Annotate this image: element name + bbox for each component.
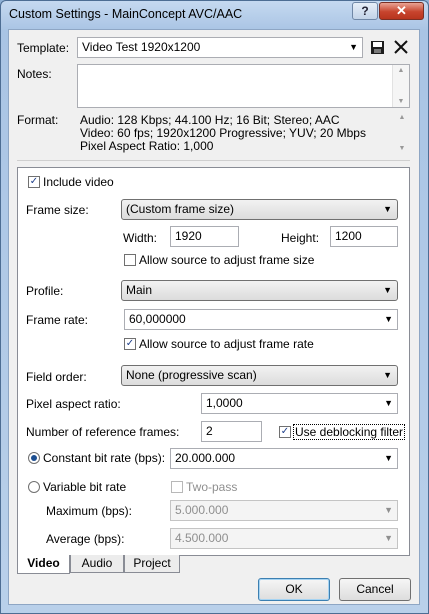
cbr-value: 20.000.000 [175, 451, 236, 465]
include-video-checkbox[interactable]: ✓ [28, 176, 40, 188]
chevron-down-icon: ▼ [383, 204, 392, 214]
maximum-value: 5.000.000 [175, 503, 229, 517]
frame-rate-label: Frame rate: [26, 313, 89, 327]
notes-scrollbar[interactable]: ▲ ▼ [392, 65, 409, 107]
pixel-aspect-value: 1,0000 [206, 396, 243, 410]
two-pass-label: Two-pass [186, 480, 238, 494]
ref-frames-label: Number of reference frames: [26, 425, 180, 439]
frame-rate-value: 60,000000 [129, 312, 186, 326]
width-value: 1920 [175, 229, 202, 243]
height-value: 1200 [335, 229, 362, 243]
scroll-up-icon[interactable]: ▲ [393, 67, 409, 74]
width-label: Width: [123, 231, 158, 245]
maximum-combo[interactable]: 5.000.000 ▼ [170, 500, 398, 521]
average-label: Average (bps): [46, 532, 125, 546]
deblocking-label: Use deblocking filter [293, 424, 406, 440]
allow-frame-rate-label: Allow source to adjust frame rate [139, 337, 314, 351]
chevron-down-icon: ▼ [384, 505, 393, 515]
frame-rate-combo[interactable]: 60,000000 ▼ [124, 309, 398, 330]
tab-project[interactable]: Project [124, 555, 180, 573]
vbr-label: Variable bit rate [43, 480, 127, 494]
save-icon[interactable] [370, 40, 385, 55]
chevron-down-icon: ▼ [384, 398, 393, 408]
format-scrollbar[interactable]: ▲ ▼ [394, 111, 410, 155]
average-value: 4.500.000 [175, 531, 229, 545]
allow-frame-size-checkbox[interactable] [124, 254, 136, 266]
radio-dot [31, 455, 37, 461]
format-line-video: Video: 60 fps; 1920x1200 Progressive; YU… [80, 126, 366, 140]
pixel-aspect-combo[interactable]: 1,0000 ▼ [201, 393, 398, 414]
height-input[interactable]: 1200 [330, 226, 398, 247]
chevron-down-icon: ▼ [349, 42, 358, 52]
chevron-down-icon: ▼ [383, 285, 392, 295]
notes-label: Notes: [17, 67, 52, 81]
cancel-button[interactable]: Cancel [339, 578, 411, 601]
maximum-label: Maximum (bps): [46, 504, 133, 518]
tab-audio[interactable]: Audio [70, 555, 124, 573]
chevron-down-icon: ▼ [383, 370, 392, 380]
format-line-par: Pixel Aspect Ratio: 1,000 [80, 139, 214, 153]
field-order-dropdown[interactable]: None (progressive scan) ▼ [121, 365, 398, 386]
format-line-audio: Audio: 128 Kbps; 44.100 Hz; 16 Bit; Ster… [80, 113, 340, 127]
frame-size-label: Frame size: [26, 203, 89, 217]
include-video-label: Include video [43, 175, 114, 189]
ok-button[interactable]: OK [258, 578, 330, 601]
template-value: Video Test 1920x1200 [82, 40, 201, 54]
allow-frame-size-label: Allow source to adjust frame size [139, 253, 315, 267]
scroll-down-icon[interactable]: ▼ [394, 145, 410, 152]
tab-video[interactable]: Video [17, 555, 70, 574]
scroll-up-icon[interactable]: ▲ [394, 114, 410, 121]
template-label: Template: [17, 41, 70, 55]
notes-textarea[interactable]: ▲ ▼ [77, 64, 410, 108]
ref-frames-input[interactable]: 2 [201, 421, 262, 442]
window-title: Custom Settings - MainConcept AVC/AAC [9, 7, 243, 21]
profile-label: Profile: [26, 284, 64, 298]
average-combo[interactable]: 4.500.000 ▼ [170, 528, 398, 549]
frame-size-value: (Custom frame size) [126, 202, 235, 216]
delete-x-icon[interactable] [393, 39, 409, 55]
profile-dropdown[interactable]: Main ▼ [121, 280, 398, 301]
profile-value: Main [126, 283, 153, 297]
vbr-radio[interactable] [28, 481, 40, 493]
width-input[interactable]: 1920 [170, 226, 239, 247]
field-order-label: Field order: [26, 370, 87, 384]
height-label: Height: [281, 231, 320, 245]
two-pass-checkbox[interactable] [171, 481, 183, 493]
field-order-value: None (progressive scan) [126, 368, 257, 382]
ref-frames-value: 2 [206, 424, 213, 438]
divider [17, 160, 410, 161]
cbr-label: Constant bit rate (bps): [43, 451, 166, 465]
chevron-down-icon: ▼ [384, 533, 393, 543]
allow-frame-rate-checkbox[interactable]: ✓ [124, 338, 136, 350]
help-button[interactable]: ? [352, 2, 378, 20]
frame-size-dropdown[interactable]: (Custom frame size) ▼ [121, 199, 398, 220]
cbr-combo[interactable]: 20.000.000 ▼ [170, 448, 398, 469]
format-box: Audio: 128 Kbps; 44.100 Hz; 16 Bit; Ster… [77, 111, 410, 155]
pixel-aspect-label: Pixel aspect ratio: [26, 397, 121, 411]
chevron-down-icon: ▼ [384, 453, 393, 463]
format-label: Format: [17, 113, 59, 127]
chevron-down-icon: ▼ [384, 314, 393, 324]
scroll-down-icon[interactable]: ▼ [393, 98, 409, 105]
template-combo[interactable]: Video Test 1920x1200 ▼ [77, 37, 363, 58]
cbr-radio[interactable] [28, 452, 40, 464]
close-button[interactable]: ✕ [379, 2, 424, 20]
deblocking-checkbox[interactable]: ✓ [279, 426, 291, 438]
